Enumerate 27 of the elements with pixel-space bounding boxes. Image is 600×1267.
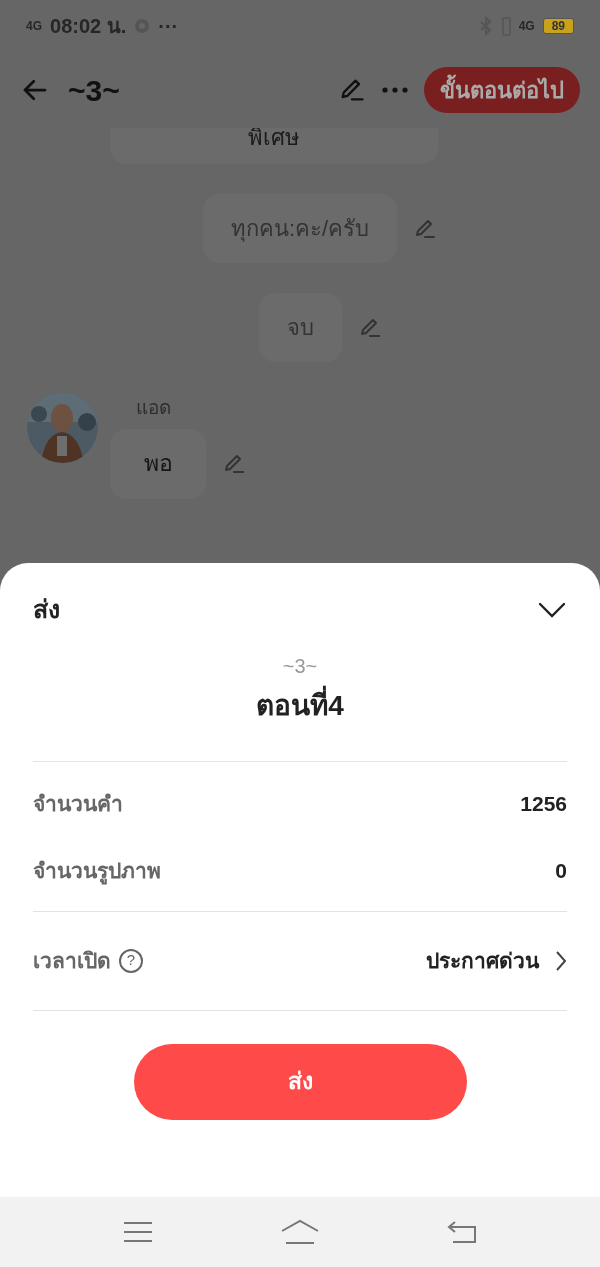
stat-value: 0: [555, 858, 567, 884]
story-name: ~3~: [282, 653, 318, 679]
next-step-button[interactable]: ขั้นตอนต่อไป: [424, 67, 580, 113]
clock: 08:02 น.: [50, 14, 127, 39]
network-label: 4G: [26, 18, 42, 35]
publish-time-value[interactable]: ประกาศด่วน: [426, 944, 539, 977]
battery-indicator: 89: [542, 18, 574, 34]
send-button[interactable]: ส่ง: [133, 1043, 467, 1120]
sheet-title: ส่ง: [33, 594, 60, 625]
stat-label: จำนวนคำ: [33, 790, 123, 817]
stat-label: จำนวนรูปภาพ: [33, 855, 161, 887]
story-title: ~3~: [68, 72, 120, 109]
back-icon[interactable]: [446, 1220, 477, 1244]
more-label: ···: [158, 14, 179, 39]
message-bubble: จบ: [258, 293, 342, 362]
stat-value: 1256: [520, 790, 567, 817]
character-name: แอด: [136, 396, 172, 420]
home-icon[interactable]: [280, 1219, 320, 1245]
chevron-right-icon[interactable]: [555, 949, 567, 972]
episode-title: ตอนที่4: [256, 684, 344, 727]
message-bubble: พอ: [110, 428, 206, 499]
publish-time-label: เวลาเปิด: [33, 947, 111, 974]
help-button[interactable]: ?: [119, 948, 143, 973]
message-bubble: ทุกคน:คะ/ครับ: [202, 194, 398, 263]
more-icon[interactable]: [382, 87, 408, 93]
menu-icon[interactable]: [123, 1221, 154, 1243]
network-label: 4G: [518, 18, 535, 35]
